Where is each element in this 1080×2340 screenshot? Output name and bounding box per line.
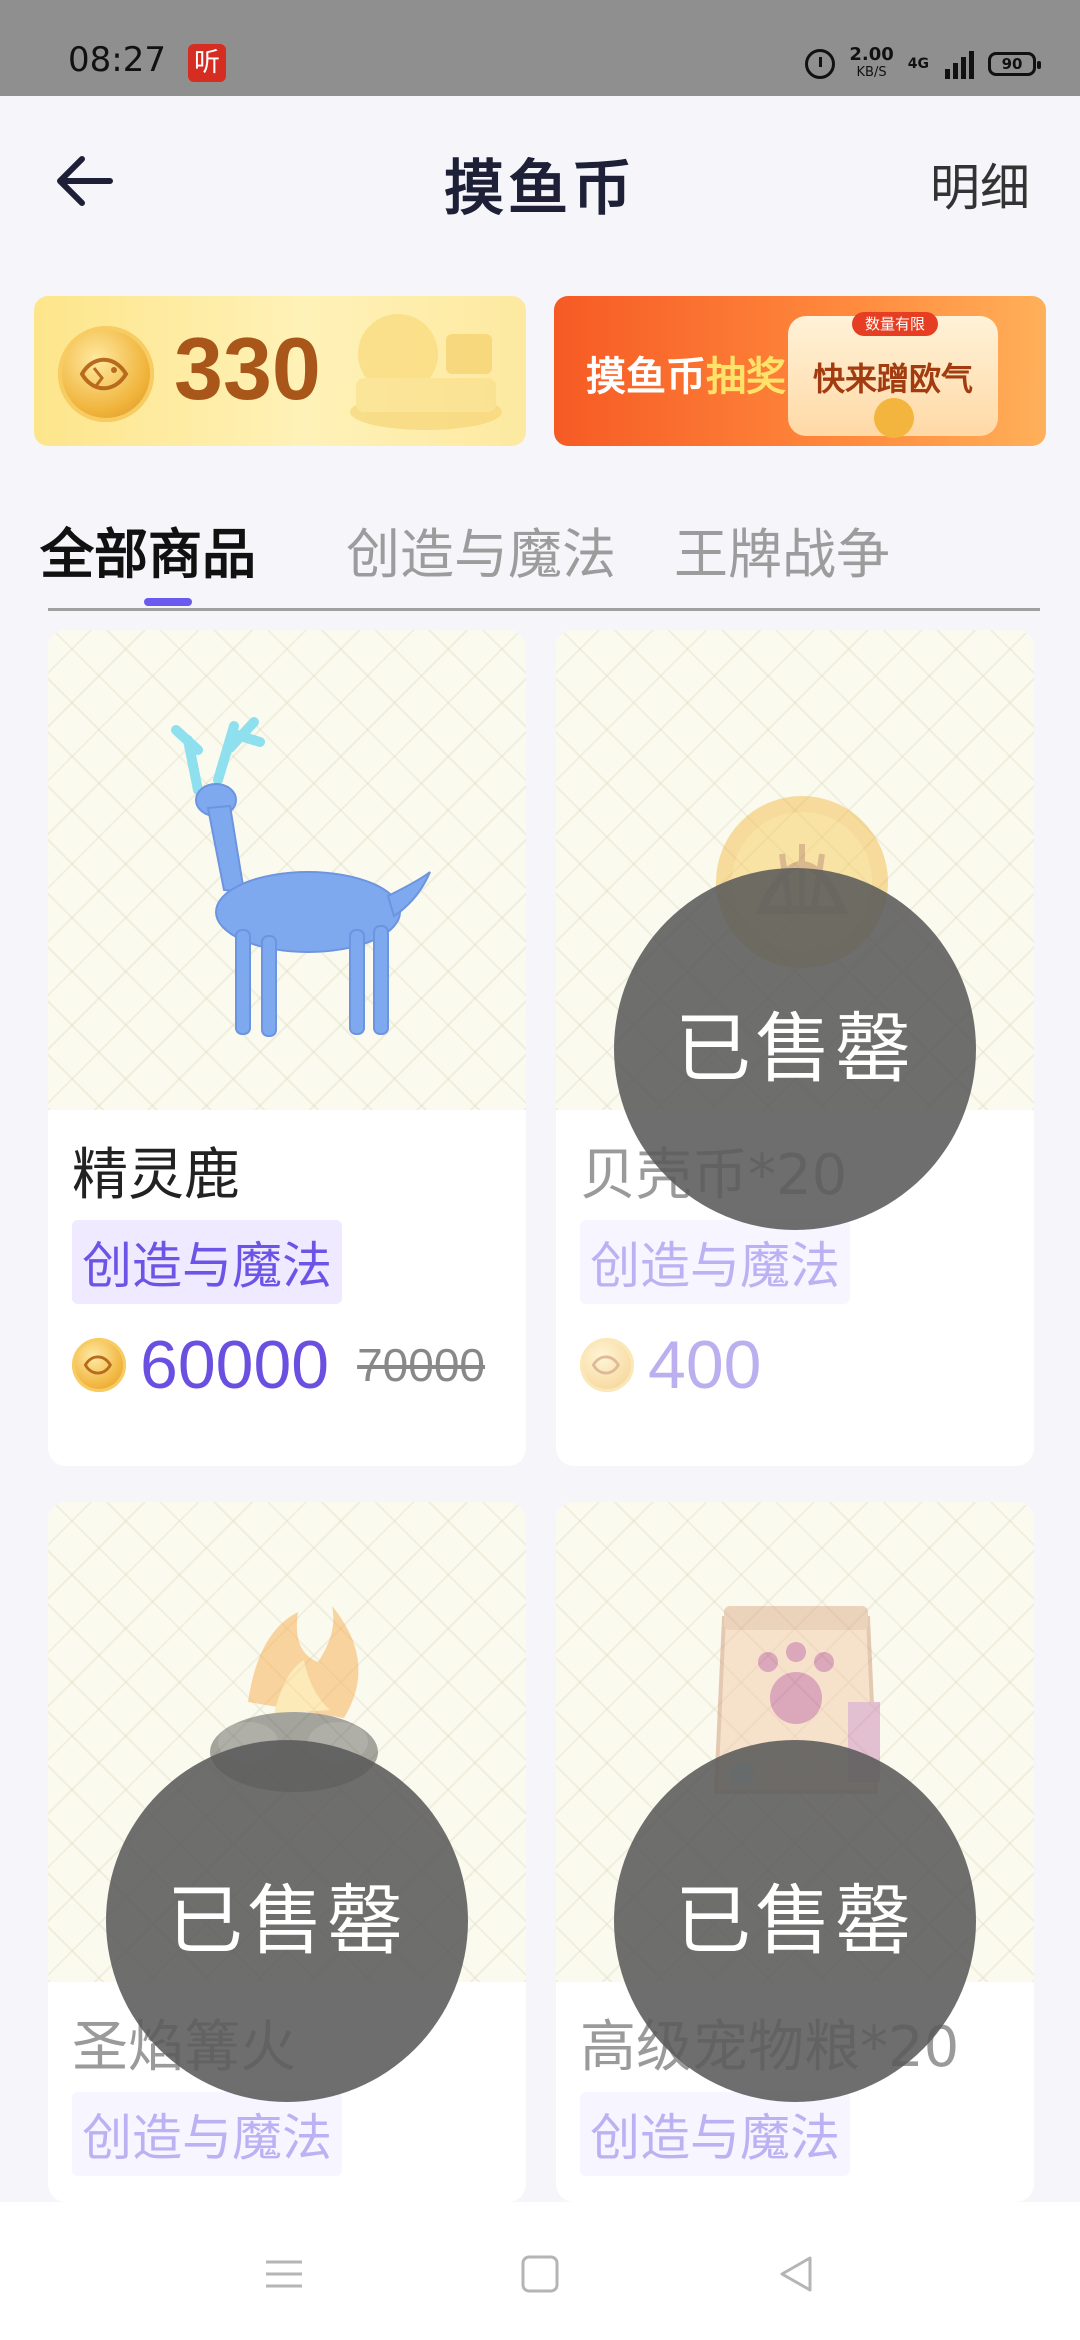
lottery-title-highlight: 抽奖 — [706, 354, 786, 400]
network-speed-value: 2.00 — [849, 44, 894, 65]
battery-icon: 90 — [988, 52, 1041, 76]
product-category-tag: 创造与魔法 — [72, 2092, 342, 2176]
lottery-limited-tag: 数量有限 — [852, 312, 938, 336]
tab-ace-war[interactable]: 王牌战争 — [674, 510, 890, 589]
coin-pile-decoration — [350, 314, 502, 430]
product-category-tag: 创造与魔法 — [72, 1220, 342, 1304]
home-square-icon[interactable] — [518, 2252, 562, 2296]
app-notification-icon: 听 — [188, 44, 226, 82]
tab-creation-magic[interactable]: 创造与魔法 — [346, 510, 616, 589]
product-card[interactable]: 精灵鹿 创造与魔法 60000 70000 — [48, 630, 526, 1466]
network-type: 4G — [907, 56, 929, 72]
status-indicators: 2.00 KB/S 4G 90 — [805, 44, 1041, 84]
status-time: 08:27 — [68, 40, 166, 80]
product-image — [48, 630, 526, 1110]
product-card[interactable]: 贝壳币*20 创造与魔法 400 已售罄 — [556, 630, 1034, 1466]
fish-coin-icon — [58, 326, 154, 422]
network-speed: 2.00 KB/S — [849, 46, 893, 82]
app-header: 摸鱼币 明细 — [0, 96, 1080, 256]
system-navigation-bar — [0, 2202, 1080, 2340]
lottery-title-prefix: 摸鱼币 — [586, 354, 706, 400]
active-tab-indicator — [144, 598, 192, 606]
sold-out-badge: 已售罄 — [614, 868, 976, 1230]
lottery-box-label: 快来蹭欧气 — [812, 360, 973, 398]
shop-panel: 全部商品 创造与魔法 王牌战争 精灵鹿 创造与魔法 60000 70000 创造… — [0, 490, 1080, 2202]
product-price: 400 — [648, 1327, 762, 1403]
network-speed-unit: KB/S — [856, 65, 887, 80]
sold-out-badge: 已售罄 — [106, 1740, 468, 2102]
price-row: 400 — [580, 1327, 761, 1403]
coin-balance: 330 — [174, 319, 321, 418]
detail-link[interactable]: 明细 — [930, 148, 1030, 220]
status-bar: 08:27 听 2.00 KB/S 4G 90 — [0, 0, 1080, 96]
product-category-tag: 创造与魔法 — [580, 1220, 850, 1304]
tabs-divider — [48, 608, 1040, 611]
gift-icon — [874, 398, 914, 438]
product-card[interactable]: 圣焰篝火 创造与魔法 已售罄 — [48, 1502, 526, 2202]
alarm-icon — [805, 49, 836, 79]
back-triangle-icon[interactable] — [774, 2252, 818, 2296]
product-card[interactable]: 高级宠物粮*20 创造与魔法 已售罄 — [556, 1502, 1034, 2202]
lottery-banner[interactable]: 摸鱼币抽奖 数量有限 快来蹭欧气 — [554, 296, 1046, 446]
menu-icon[interactable] — [262, 2252, 306, 2296]
fish-coin-icon — [72, 1338, 126, 1392]
category-tabs: 全部商品 创造与魔法 王牌战争 — [40, 490, 1040, 611]
signal-icon — [945, 49, 974, 79]
sold-out-badge: 已售罄 — [614, 1740, 976, 2102]
product-category-tag: 创造与魔法 — [580, 2092, 850, 2176]
price-row: 60000 70000 — [72, 1327, 486, 1403]
page-title: 摸鱼币 — [444, 154, 636, 224]
product-price: 60000 — [140, 1327, 330, 1403]
product-name: 精灵鹿 — [72, 1143, 240, 1208]
lottery-title: 摸鱼币抽奖 — [586, 344, 786, 402]
fish-coin-icon — [580, 1338, 634, 1392]
product-original-price: 70000 — [357, 1339, 486, 1391]
balance-card: 330 — [34, 296, 526, 446]
deer-icon — [171, 717, 431, 1037]
tab-all-products[interactable]: 全部商品 — [40, 510, 256, 589]
lottery-box: 数量有限 快来蹭欧气 — [788, 312, 998, 438]
